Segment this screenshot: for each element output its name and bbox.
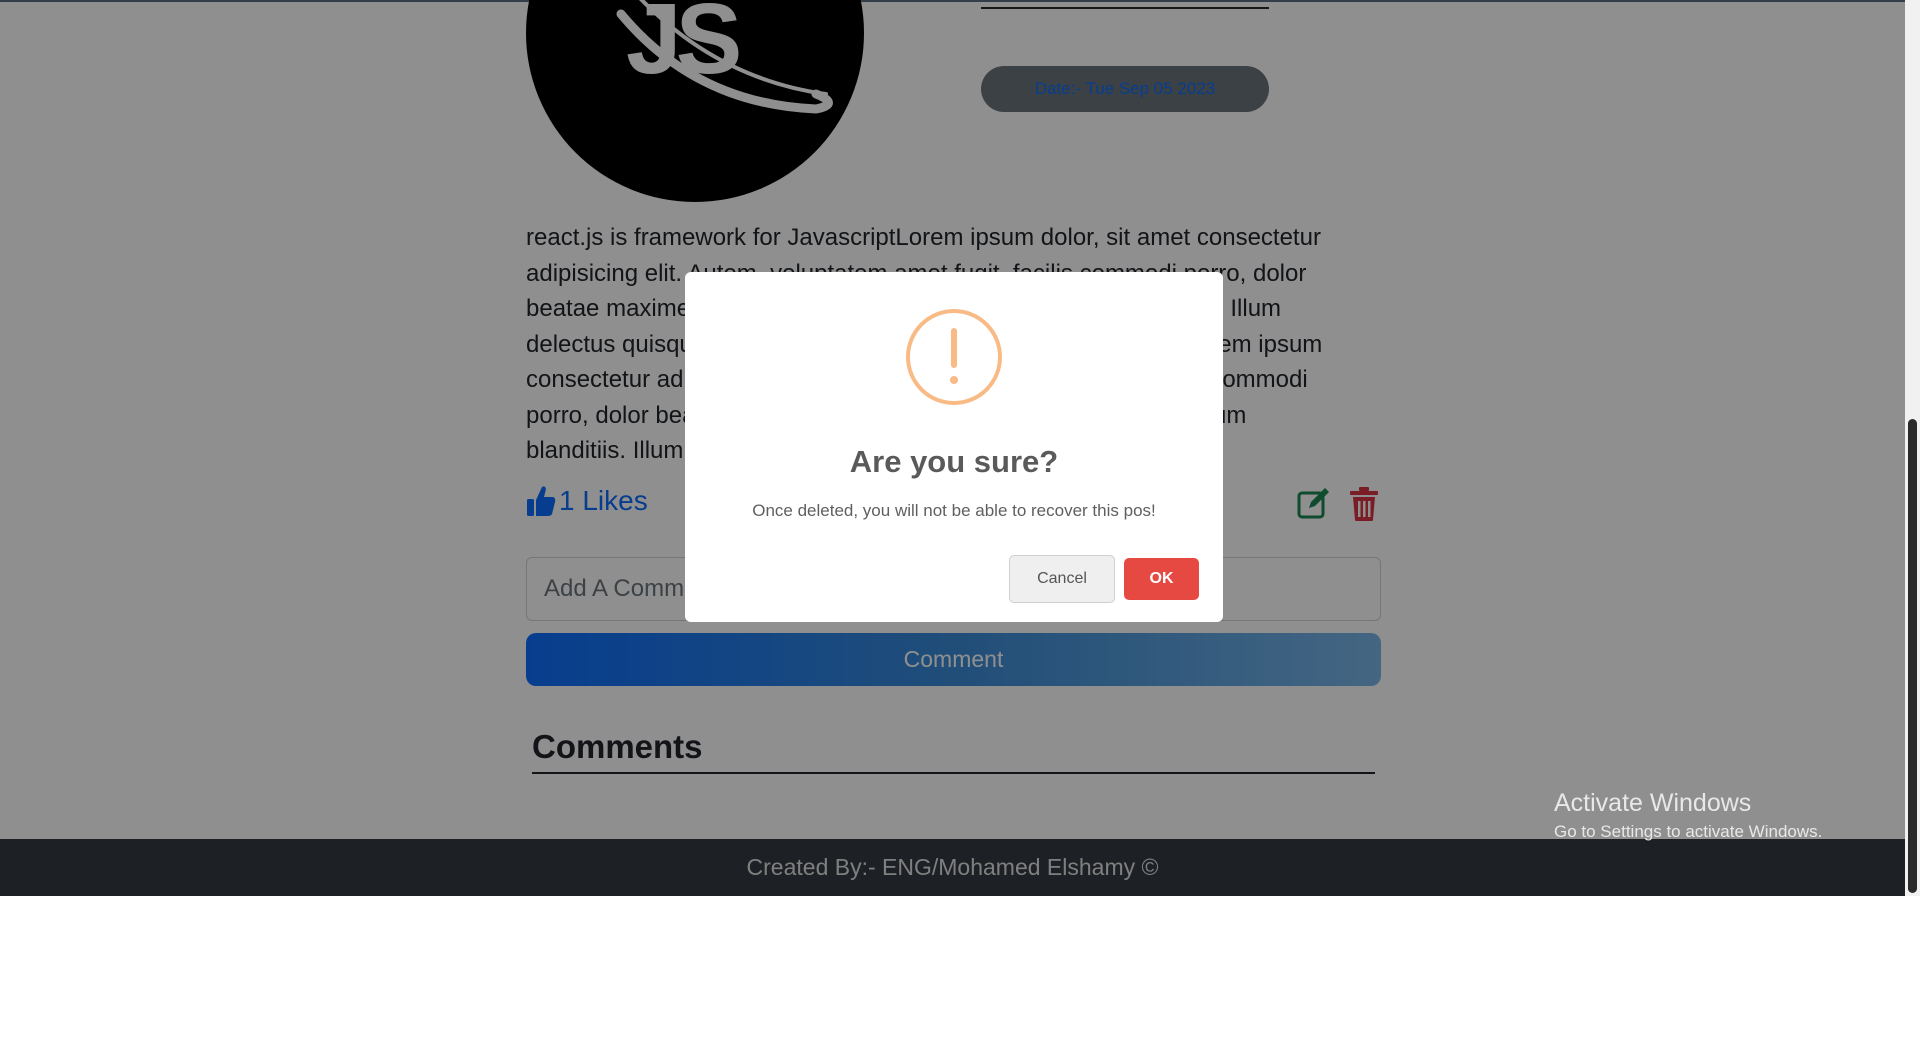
- watermark-subtitle: Go to Settings to activate Windows.: [1554, 822, 1823, 841]
- confirm-dialog: Are you sure? Once deleted, you will not…: [685, 272, 1223, 622]
- browser-viewport: JS Date:- Tue Sep 05 2023 react.js is fr…: [0, 0, 1920, 896]
- windows-activation-watermark: Activate Windows Go to Settings to activ…: [1554, 789, 1822, 842]
- ok-button[interactable]: OK: [1124, 558, 1199, 600]
- dialog-text: Once deleted, you will not be able to re…: [752, 501, 1156, 520]
- cancel-button[interactable]: Cancel: [1009, 555, 1115, 603]
- watermark-title: Activate Windows: [1554, 789, 1752, 817]
- scrollbar-thumb[interactable]: [1908, 419, 1917, 893]
- blank-area: [0, 896, 1920, 1042]
- warning-icon: [906, 309, 1002, 405]
- dialog-title: Are you sure?: [849, 444, 1059, 479]
